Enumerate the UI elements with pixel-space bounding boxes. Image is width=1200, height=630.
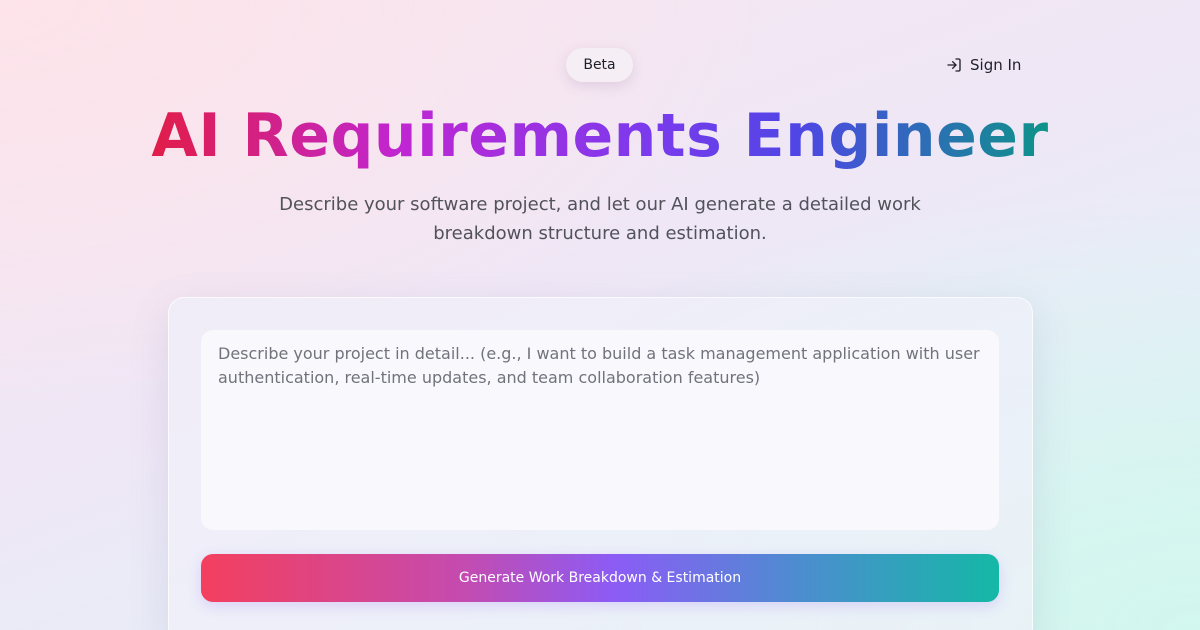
project-description-input[interactable] <box>201 330 999 530</box>
beta-badge: Beta <box>566 48 633 82</box>
generate-button[interactable]: Generate Work Breakdown & Estimation <box>201 554 999 602</box>
page-subtitle: Describe your software project, and let … <box>279 194 921 244</box>
sign-in-label: Sign In <box>970 56 1022 74</box>
sign-in-icon <box>946 57 962 73</box>
sign-in-link[interactable]: Sign In <box>946 52 1021 78</box>
page-title: AI Requirements Engineer <box>0 98 1200 174</box>
project-form-card: Generate Work Breakdown & Estimation <box>168 297 1033 630</box>
page-title-text: AI Requirements Engineer <box>151 101 1049 171</box>
